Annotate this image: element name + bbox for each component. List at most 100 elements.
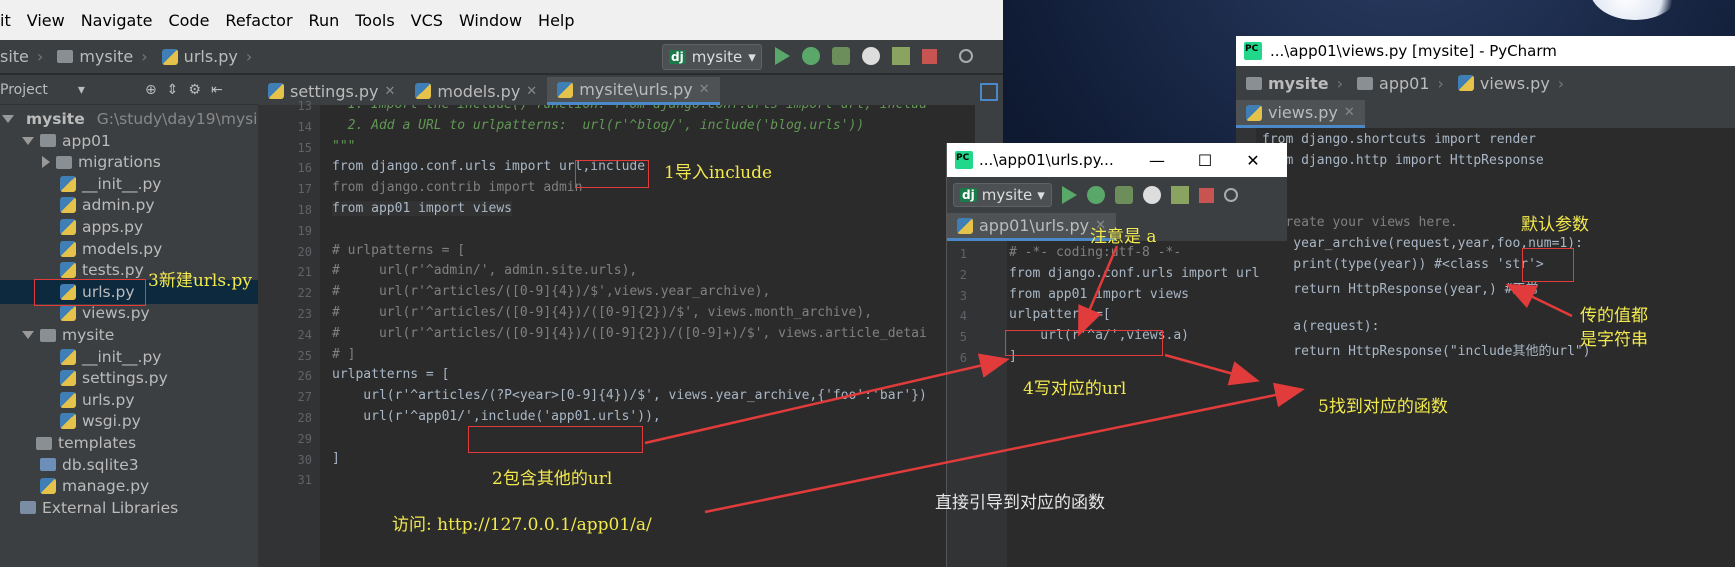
- tree-item[interactable]: __init__.py: [0, 172, 258, 196]
- coverage-icon[interactable]: [1114, 186, 1133, 204]
- python-file-icon: [60, 348, 76, 365]
- line-number: 22: [297, 286, 312, 301]
- chevron-down-icon[interactable]: [22, 331, 34, 339]
- gear-icon[interactable]: ⚙: [188, 82, 201, 98]
- code-line: 1. Import the include() function: from d…: [332, 105, 927, 112]
- views-code-editor[interactable]: from django.shortcuts import render from …: [1256, 128, 1735, 567]
- concurrency-icon[interactable]: [892, 47, 910, 65]
- tree-item[interactable]: External Libraries: [0, 496, 258, 520]
- project-panel-title[interactable]: Project: [0, 82, 48, 98]
- breadcrumb-app01[interactable]: app01 ›: [1357, 74, 1444, 93]
- menu-item[interactable]: View: [27, 11, 65, 30]
- code-line: return HttpResponse("include其他的url"): [1262, 344, 1591, 359]
- concurrency-icon[interactable]: [1170, 186, 1189, 204]
- profile-icon[interactable]: [862, 47, 880, 65]
- tree-item[interactable]: models.py: [0, 237, 258, 261]
- target-icon[interactable]: ⊕: [145, 82, 157, 98]
- tree-item-label: db.sqlite3: [62, 455, 139, 474]
- python-file-icon: [60, 370, 76, 387]
- profile-icon[interactable]: [1142, 186, 1161, 204]
- tree-item-label: External Libraries: [42, 498, 179, 517]
- minimize-button[interactable]: —: [1143, 147, 1171, 173]
- pycharm-icon: [1244, 42, 1262, 60]
- menu-item[interactable]: it: [0, 11, 11, 30]
- breadcrumb-mysite[interactable]: mysite ›: [57, 47, 148, 66]
- line-number: 15: [297, 140, 312, 155]
- close-icon[interactable]: ✕: [526, 84, 537, 99]
- chevron-right-icon[interactable]: [42, 156, 50, 169]
- tree-item[interactable]: mysite G:\study\day19\mysite: [0, 107, 273, 131]
- tree-item[interactable]: db.sqlite3: [0, 453, 258, 477]
- menu-item[interactable]: Run: [309, 11, 340, 30]
- menu-item[interactable]: Help: [538, 11, 574, 30]
- run-configuration-select[interactable]: dj mysite ▾: [662, 44, 762, 70]
- chevron-down-icon[interactable]: [22, 136, 34, 145]
- menu-item[interactable]: Refactor: [225, 11, 292, 30]
- menu-item[interactable]: Tools: [355, 11, 394, 30]
- folder-icon: [36, 436, 52, 450]
- run-icon[interactable]: [1061, 186, 1077, 204]
- code-line: """: [332, 138, 356, 154]
- python-file-icon: [60, 413, 76, 430]
- coverage-icon[interactable]: [832, 47, 850, 65]
- search-icon[interactable]: [959, 49, 973, 63]
- editor-tab[interactable]: models.py ✕: [405, 77, 547, 105]
- breadcrumb-site[interactable]: site ›: [0, 47, 43, 66]
- tree-item-label: settings.py: [82, 369, 168, 388]
- editor-tab[interactable]: mysite\urls.py ✕: [547, 77, 720, 105]
- tree-item[interactable]: admin.py: [0, 193, 258, 217]
- close-icon[interactable]: ✕: [699, 82, 710, 97]
- project-tree: mysite G:\study\day19\mysite app01 migratio…: [0, 105, 273, 567]
- hide-icon[interactable]: ⇤: [211, 82, 223, 98]
- tree-item[interactable]: manage.py: [0, 474, 258, 498]
- close-icon[interactable]: ✕: [1344, 105, 1355, 120]
- chevron-down-icon[interactable]: [2, 115, 14, 123]
- line-number-gutter: 13 14 15 16 17 18 19 20 21 22 23 24 25 26 27 28 29 30 31: [258, 99, 320, 567]
- menu-bar: it View Navigate Code Refactor Run Tools VCS Win…: [0, 0, 1003, 40]
- close-icon[interactable]: ✕: [385, 84, 396, 99]
- menu-item[interactable]: Window: [459, 11, 522, 30]
- tree-item[interactable]: templates: [0, 431, 258, 455]
- run-config-label: mysite: [981, 186, 1033, 204]
- urls-toolbar: dj mysite ▾: [947, 177, 1287, 213]
- breadcrumb-urls[interactable]: urls.py ›: [161, 47, 252, 66]
- collapse-icon[interactable]: ⇕: [167, 82, 179, 98]
- breadcrumb-views[interactable]: views.py ›: [1457, 74, 1564, 93]
- folder-icon: [56, 155, 72, 169]
- menu-item[interactable]: Navigate: [81, 11, 153, 30]
- tree-item[interactable]: apps.py: [0, 215, 258, 239]
- line-number: 24: [297, 327, 312, 342]
- tree-item[interactable]: wsgi.py: [0, 409, 258, 433]
- tree-item-label: apps.py: [82, 218, 144, 236]
- menu-item[interactable]: Code: [168, 11, 209, 30]
- annotation-step1: 1导入include: [664, 163, 773, 183]
- stop-icon[interactable]: [922, 48, 937, 64]
- maximize-button[interactable]: ☐: [1191, 147, 1219, 173]
- tree-item[interactable]: settings.py: [0, 366, 258, 390]
- window-title-bar[interactable]: ...\app01\urls.py... — ☐ ✕: [947, 143, 1287, 177]
- tree-item[interactable]: urls.py: [0, 388, 258, 412]
- close-button[interactable]: ✕: [1239, 147, 1267, 173]
- editor-tab[interactable]: settings.py ✕: [258, 77, 405, 105]
- tree-item[interactable]: app01: [0, 129, 258, 153]
- database-icon[interactable]: [980, 83, 998, 101]
- debug-icon[interactable]: [1086, 186, 1105, 204]
- tree-item-label: __init__.py: [82, 347, 162, 366]
- tree-item[interactable]: migrations: [0, 150, 258, 174]
- urls-gutter: 1 2 3 4 5 6: [947, 241, 1007, 567]
- search-icon[interactable]: [1223, 188, 1238, 202]
- run-configuration-select[interactable]: dj mysite ▾: [953, 183, 1052, 207]
- breadcrumb-mysite[interactable]: mysite ›: [1246, 74, 1343, 93]
- stop-icon[interactable]: [1198, 187, 1214, 203]
- tab-views[interactable]: views.py ✕: [1236, 100, 1365, 128]
- tree-item[interactable]: __init__.py: [0, 345, 258, 369]
- tree-item[interactable]: mysite: [0, 323, 258, 347]
- debug-icon[interactable]: [802, 47, 820, 65]
- menu-item[interactable]: VCS: [411, 11, 443, 30]
- chevron-down-icon[interactable]: ▾: [78, 82, 85, 98]
- code-line: # url(r'^articles/([0-9]{4})/$',views.ye…: [332, 284, 771, 300]
- window-title-bar[interactable]: ...\app01\views.py [mysite] - PyCharm: [1236, 36, 1735, 66]
- urls-code-editor[interactable]: # -*- coding:utf-8 -*- from django.conf.u…: [1007, 241, 1287, 567]
- run-icon[interactable]: [775, 47, 790, 65]
- line-number: 25: [297, 348, 312, 363]
